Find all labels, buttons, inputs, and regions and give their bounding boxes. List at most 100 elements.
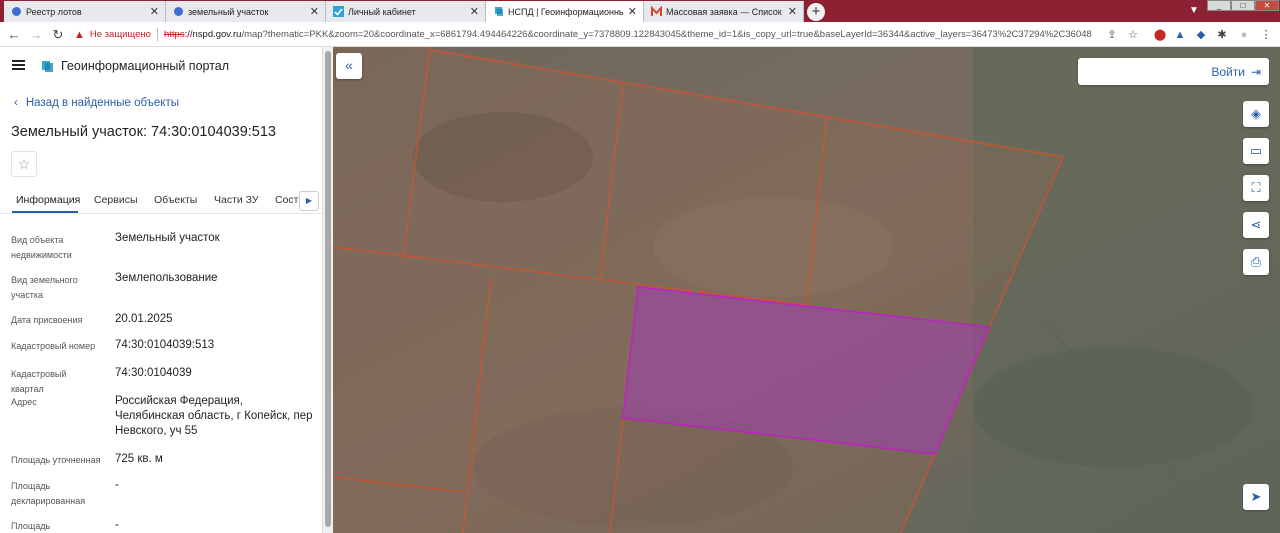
favorite-star-icon[interactable]: ☆ (11, 151, 37, 177)
extension-icon[interactable]: ⬤ (1152, 27, 1168, 43)
close-icon[interactable]: ✕ (150, 5, 159, 18)
share-icon: ⋖ (1250, 217, 1262, 232)
browser-tab-active[interactable]: НСПД | Геоинформационный п ✕ (486, 1, 644, 22)
forward-arrow-icon[interactable]: → (27, 26, 45, 44)
close-icon[interactable]: ✕ (470, 5, 479, 18)
property-label: Дата присвоения (11, 315, 83, 325)
browser-tab-strip: Реестр лотов ✕ земельный участок ✕ Личны… (0, 0, 1280, 22)
puzzle-icon[interactable]: ✱ (1214, 27, 1230, 43)
tab-information[interactable]: Информация (16, 194, 80, 206)
new-tab-button[interactable]: + (807, 3, 825, 21)
property-value: Земельный участок (115, 232, 220, 244)
browser-tab-label: Массовая заявка — Список зая (666, 6, 784, 17)
property-label: Кадастровый квартал (11, 369, 67, 394)
print-button[interactable]: ⎙ (1243, 249, 1269, 275)
browser-tab[interactable]: Массовая заявка — Список зая ✕ (644, 1, 804, 22)
layers-icon: ◈ (1251, 106, 1261, 121)
panel-scrollbar[interactable] (322, 47, 333, 533)
login-button[interactable]: Войти ⇥ (1078, 58, 1269, 85)
browser-tab-label: земельный участок (188, 6, 269, 17)
satellite-imagery (333, 47, 1280, 533)
badge-icon (172, 6, 184, 18)
ruler-icon: ▭ (1249, 143, 1263, 158)
property-label: Адрес (11, 397, 37, 407)
close-window-icon[interactable]: ✕ (1255, 0, 1279, 11)
security-label: Не защищено (89, 29, 151, 40)
bookmark-star-icon[interactable]: ☆ (1125, 27, 1141, 43)
checkmark-icon (332, 6, 344, 18)
property-label: Площадь уточненная (11, 455, 101, 465)
browser-tab-label: НСПД | Геоинформационный п (508, 6, 624, 17)
share-page-icon[interactable]: ⇪ (1104, 27, 1120, 43)
back-arrow-icon[interactable]: ← (5, 26, 23, 44)
share-button[interactable]: ⋖ (1243, 212, 1269, 238)
nspd-icon (492, 6, 504, 18)
maximize-icon[interactable]: □ (1231, 0, 1255, 11)
browser-tab[interactable]: Реестр лотов ✕ (4, 1, 166, 22)
badge-icon (10, 6, 22, 18)
property-value: 725 кв. м (115, 453, 163, 465)
extension-icon[interactable]: ◆ (1193, 27, 1209, 43)
close-icon[interactable]: ✕ (788, 5, 797, 18)
extension-icon[interactable]: ▲ (1172, 27, 1188, 43)
browser-tab-label: Реестр лотов (26, 6, 82, 17)
chevron-left-icon: ‹ (14, 97, 18, 109)
scrollbar-thumb[interactable] (325, 51, 331, 527)
property-value: 20.01.2025 (115, 313, 173, 325)
close-icon[interactable]: ✕ (310, 5, 319, 18)
window-controls: _ □ ✕ (1207, 0, 1280, 12)
property-value: 74:30:0104039:513 (115, 339, 215, 351)
collapse-panel-button[interactable]: « (336, 53, 362, 79)
property-label: Площадь (11, 521, 51, 531)
tab-services[interactable]: Сервисы (94, 194, 138, 206)
login-label: Войти (1211, 64, 1245, 79)
back-link-label: Назад в найденные объекты (25, 97, 180, 109)
print-icon: ⎙ (1250, 254, 1262, 269)
locate-icon: ➤ (1250, 489, 1262, 504)
layers-button[interactable]: ◈ (1243, 101, 1269, 127)
property-value: - (115, 479, 119, 491)
back-to-results-link[interactable]: ‹ Назад в найденные объекты (14, 97, 179, 109)
object-title: Земельный участок: 74:30:0104039:513 (11, 124, 276, 140)
mail-icon (650, 6, 662, 18)
url-scheme: https (163, 29, 185, 40)
browser-tab[interactable]: земельный участок ✕ (166, 1, 326, 22)
ruler-button[interactable]: ▭ (1243, 138, 1269, 164)
select-area-icon: ⛶ (1251, 180, 1261, 195)
double-chevron-left-icon: « (345, 57, 353, 73)
object-tabs: Информация Сервисы Объекты Части ЗУ Сост… (0, 190, 322, 215)
property-value: 74:30:0104039 (115, 367, 192, 379)
property-label: Площадь декларированная (11, 481, 86, 506)
more-menu-icon[interactable]: ⋮ (1258, 27, 1274, 43)
object-info-panel: Геоинформационный портал ‹ Назад в найден… (0, 47, 322, 533)
close-icon[interactable]: ✕ (628, 5, 637, 18)
tab-objects[interactable]: Объекты (154, 194, 197, 206)
tabs-scroll-right-button[interactable]: ▶ (299, 191, 319, 211)
menu-icon[interactable] (12, 60, 25, 70)
portal-logo-icon (42, 61, 53, 72)
url-path: /map?thematic=PKK&zoom=20&coordinate_x=6… (241, 29, 1092, 40)
map-canvas[interactable] (333, 47, 1280, 533)
browser-tab-label: Личный кабинет (348, 6, 416, 17)
tab-parts[interactable]: Части ЗУ (214, 194, 259, 206)
select-area-button[interactable]: ⛶ (1243, 175, 1269, 201)
divider (156, 28, 158, 41)
chevron-down-icon[interactable]: ▼ (1185, 3, 1203, 19)
minimize-icon[interactable]: _ (1207, 0, 1231, 11)
login-icon: ⇥ (1250, 64, 1261, 79)
url-text: https://nspd.gov.ru/map?thematic=PKK&zoo… (164, 29, 1092, 40)
property-value: - (115, 519, 119, 531)
property-label: Вид объекта недвижимости (11, 235, 72, 260)
address-value: Российская Федерация, Челябинская област… (115, 395, 313, 437)
reload-icon[interactable]: ↻ (49, 26, 67, 44)
panel-header: Геоинформационный портал (0, 47, 322, 85)
portal-name: Геоинформационный портал (61, 59, 230, 73)
url-host: ://nspd.gov.ru (184, 29, 242, 40)
property-label: Вид земельного участка (11, 275, 78, 300)
address-bar[interactable]: ▲ Не защищено https://nspd.gov.ru/map?th… (74, 24, 1099, 45)
locate-button[interactable]: ➤ (1243, 484, 1269, 510)
warning-icon: ▲ (74, 28, 85, 41)
property-label: Кадастровый номер (11, 341, 96, 351)
browser-tab[interactable]: Личный кабинет ✕ (326, 1, 486, 22)
profile-avatar-icon[interactable]: ● (1236, 27, 1252, 43)
